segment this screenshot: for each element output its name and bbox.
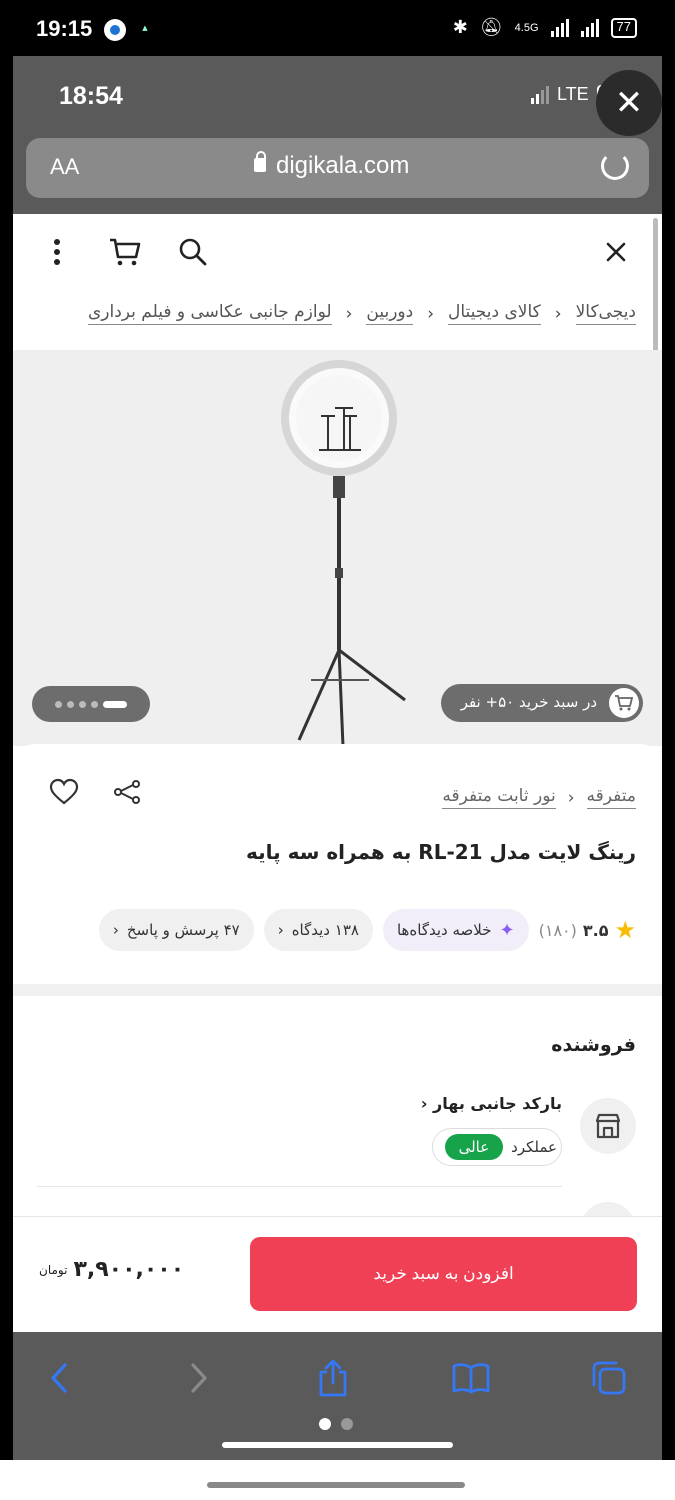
sparkle-icon: ✦ bbox=[499, 919, 515, 941]
seller-heading: فروشنده bbox=[551, 1034, 636, 1056]
qa-chip[interactable]: ۴۷ پرسش و پاسخ ‹ bbox=[98, 909, 254, 951]
add-to-cart-button[interactable]: افزودن به سبد خرید bbox=[250, 1237, 637, 1311]
safari-toolbar bbox=[13, 1332, 662, 1460]
rating-count: (۱۸۰) bbox=[538, 920, 577, 940]
site-header bbox=[13, 214, 662, 288]
pdf-app-icon: ▲ bbox=[142, 24, 148, 32]
product-gallery[interactable]: در سبد خرید ۵۰+ نفر bbox=[13, 350, 662, 747]
category-link[interactable]: متفرقه bbox=[586, 786, 636, 809]
call-icon bbox=[104, 19, 126, 41]
dot bbox=[67, 700, 74, 708]
price-value: ۳,۹۰۰,۰۰۰ bbox=[73, 1257, 185, 1282]
mute-icon: 🔕︎ bbox=[479, 17, 503, 37]
shop-icon bbox=[580, 1098, 636, 1154]
product-info: متفرقه ‹ نور ثابت متفرقه رینگ لایت مدل R… bbox=[13, 744, 662, 984]
forward-icon[interactable] bbox=[177, 1356, 221, 1400]
page-dot-active bbox=[319, 1418, 331, 1430]
product-title: رینگ لایت مدل RL-21 به همراه سه پایه bbox=[245, 840, 636, 864]
dot bbox=[91, 700, 98, 708]
performance-label: عملکرد bbox=[511, 1138, 557, 1156]
reload-icon[interactable] bbox=[601, 152, 629, 180]
more-menu-icon[interactable] bbox=[37, 232, 77, 272]
cart-count-text: در سبد خرید ۵۰+ نفر bbox=[460, 693, 597, 711]
review-summary-label: خلاصه دیدگاه‌ها bbox=[396, 921, 492, 939]
close-icon[interactable] bbox=[596, 232, 636, 272]
price-currency: تومان bbox=[39, 1262, 68, 1277]
rating: ★ ۳.۵ (۱۸۰) bbox=[539, 916, 636, 944]
bluetooth-icon: ✱ bbox=[452, 17, 468, 37]
heart-icon[interactable] bbox=[49, 778, 79, 810]
phone-screenshot: 18:54 LTE 20 ✕ AA digikala.com bbox=[13, 56, 662, 1460]
product-meta-chips: ★ ۳.۵ (۱۸۰) ✦ خلاصه دیدگاه‌ها ۱۳۸ دیدگاه… bbox=[98, 909, 636, 951]
category-breadcrumb: متفرقه ‹ نور ثابت متفرقه bbox=[442, 786, 636, 809]
dot bbox=[55, 700, 62, 708]
star-icon: ★ bbox=[614, 916, 636, 944]
seller-name: بارکد جانبی بهار bbox=[433, 1094, 562, 1113]
signal-icon-2 bbox=[580, 18, 599, 37]
rating-value: ۳.۵ bbox=[582, 920, 609, 940]
battery-icon: 77 bbox=[610, 17, 637, 38]
chevron-left-icon: ‹ bbox=[567, 787, 575, 808]
breadcrumb-item[interactable]: لوازم جانبی عکاسی و فیلم برداری bbox=[87, 302, 332, 325]
chevron-left-icon: ‹ bbox=[112, 921, 119, 939]
page-dot bbox=[341, 1418, 353, 1430]
breadcrumb-item[interactable]: دیجی‌کالا bbox=[575, 302, 636, 325]
ios-home-indicator[interactable] bbox=[222, 1442, 453, 1448]
dot-active bbox=[103, 700, 127, 708]
reviews-chip[interactable]: ۱۳۸ دیدگاه ‹ bbox=[263, 909, 373, 951]
ios-time: 18:54 bbox=[59, 82, 123, 110]
breadcrumb-item[interactable]: دوربین bbox=[366, 302, 414, 325]
page-indicator bbox=[319, 1418, 353, 1430]
cart-icon[interactable] bbox=[105, 232, 145, 272]
share-icon[interactable] bbox=[113, 778, 141, 810]
url-domain[interactable]: digikala.com bbox=[276, 152, 409, 180]
chevron-left-icon: ‹ bbox=[420, 1094, 428, 1113]
category-link[interactable]: نور ثابت متفرقه bbox=[442, 786, 556, 809]
safari-top-bar: 18:54 LTE 20 ✕ AA digikala.com bbox=[13, 56, 662, 214]
device-status-bar: 19:15 ▲ ✱ 🔕︎ 4.5G 77 bbox=[0, 0, 675, 58]
network-type: 4.5G bbox=[514, 21, 539, 34]
reviews-label: ۱۳۸ دیدگاه bbox=[291, 921, 359, 939]
cart-count-badge: در سبد خرید ۵۰+ نفر bbox=[441, 684, 643, 722]
address-bar[interactable]: AA digikala.com bbox=[26, 138, 649, 198]
seller-name-link[interactable]: بارکد جانبی بهار ‹ bbox=[421, 1094, 562, 1113]
tabs-icon[interactable] bbox=[587, 1356, 631, 1400]
review-summary-chip[interactable]: ✦ خلاصه دیدگاه‌ها bbox=[382, 909, 529, 951]
performance-badge: عالی bbox=[444, 1134, 504, 1160]
section-divider bbox=[13, 984, 662, 996]
seller-divider bbox=[37, 1186, 562, 1187]
breadcrumb: دیجی‌کالا ‹ کالای دیجیتال ‹ دوربین ‹ لوا… bbox=[87, 302, 636, 325]
ios-signal-icon bbox=[530, 85, 549, 104]
seller-performance: عملکرد عالی bbox=[431, 1128, 562, 1166]
search-icon[interactable] bbox=[173, 232, 213, 272]
lock-icon bbox=[254, 151, 266, 172]
close-overlay-button[interactable]: ✕ bbox=[596, 70, 662, 136]
cart-icon bbox=[609, 688, 639, 718]
ios-network: LTE bbox=[556, 84, 589, 104]
chevron-left-icon: ‹ bbox=[427, 303, 435, 324]
buy-bar: افزودن به سبد خرید ۳,۹۰۰,۰۰۰ تومان bbox=[13, 1216, 662, 1332]
price: ۳,۹۰۰,۰۰۰ تومان bbox=[39, 1257, 184, 1282]
text-size-button[interactable]: AA bbox=[50, 154, 79, 180]
signal-icon bbox=[550, 18, 569, 37]
breadcrumb-item[interactable]: کالای دیجیتال bbox=[448, 302, 541, 325]
chevron-left-icon: ‹ bbox=[345, 303, 353, 324]
bookmarks-icon[interactable] bbox=[449, 1356, 493, 1400]
web-page: دیجی‌کالا ‹ کالای دیجیتال ‹ دوربین ‹ لوا… bbox=[13, 214, 662, 1332]
chevron-left-icon: ‹ bbox=[277, 921, 284, 939]
chevron-left-icon: ‹ bbox=[554, 303, 562, 324]
qa-label: ۴۷ پرسش و پاسخ bbox=[126, 921, 240, 939]
back-icon[interactable] bbox=[37, 1356, 81, 1400]
dot bbox=[79, 700, 86, 708]
android-nav-bar bbox=[0, 1460, 675, 1500]
share-icon[interactable] bbox=[311, 1356, 355, 1400]
android-home-gesture[interactable] bbox=[207, 1482, 465, 1488]
gallery-dots bbox=[32, 686, 150, 722]
device-time: 19:15 bbox=[36, 16, 93, 41]
device-status-icons: ✱ 🔕︎ 4.5G 77 bbox=[453, 17, 637, 38]
